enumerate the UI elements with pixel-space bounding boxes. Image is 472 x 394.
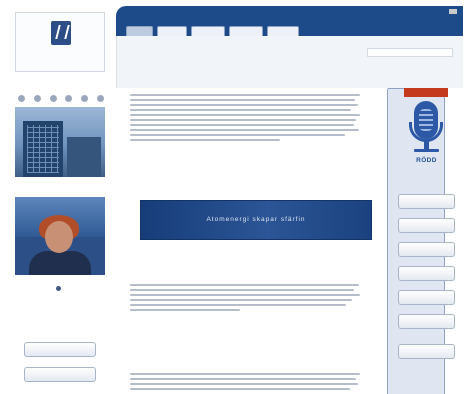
right-button-2[interactable]: [398, 218, 455, 233]
microphone-stem: [424, 141, 429, 149]
nav-dot-icon[interactable]: [81, 95, 89, 102]
top-navigation: [116, 6, 463, 394]
building-shape: [67, 137, 101, 177]
right-sidebar: RÖDD: [390, 88, 463, 394]
left-sidebar: [10, 6, 112, 394]
nav-dot-icon[interactable]: [33, 95, 41, 102]
right-button-5[interactable]: [398, 290, 455, 305]
tab-2[interactable]: [157, 26, 187, 36]
right-button-4[interactable]: [398, 266, 455, 281]
nav-dot-icon[interactable]: [18, 95, 25, 102]
right-button-1[interactable]: [398, 194, 455, 209]
tab-3[interactable]: [191, 26, 225, 36]
institute-logo-icon: [51, 21, 71, 45]
live-label: [404, 88, 448, 97]
left-button-2[interactable]: [24, 367, 96, 382]
tab-1[interactable]: [126, 26, 153, 36]
building-shape: [23, 121, 63, 177]
nav-dot-icon[interactable]: [49, 95, 57, 102]
right-button-3[interactable]: [398, 242, 455, 257]
article-body: [130, 94, 362, 144]
right-button-6[interactable]: [398, 314, 455, 329]
left-button-1[interactable]: [24, 342, 96, 357]
building-photo: [15, 107, 105, 177]
banner-ad[interactable]: Atomenergi skapar sfärfin: [140, 200, 372, 240]
nav-dot-icon[interactable]: [96, 95, 104, 102]
article-body: [130, 284, 362, 314]
site-logo[interactable]: [15, 12, 105, 72]
article-body: [130, 373, 362, 393]
carousel-dot-icon[interactable]: [56, 286, 61, 291]
page: Atomenergi skapar sfärfin RÖDD: [10, 6, 463, 394]
tab-5[interactable]: [267, 26, 299, 36]
person-head: [45, 221, 73, 253]
nav-dot-icon[interactable]: [65, 95, 73, 102]
person-photo[interactable]: [15, 197, 105, 275]
tab-4[interactable]: [229, 26, 263, 36]
search-input[interactable]: [367, 48, 453, 57]
icon-dot-row: [18, 95, 104, 103]
microphone-yoke: [409, 122, 443, 142]
microphone-base: [414, 149, 439, 152]
right-button-7[interactable]: [398, 344, 455, 359]
radio-title: RÖDD: [416, 157, 437, 164]
person-body: [29, 251, 91, 275]
main-content: Atomenergi skapar sfärfin: [130, 72, 372, 394]
language-flag-icon[interactable]: [449, 9, 457, 14]
